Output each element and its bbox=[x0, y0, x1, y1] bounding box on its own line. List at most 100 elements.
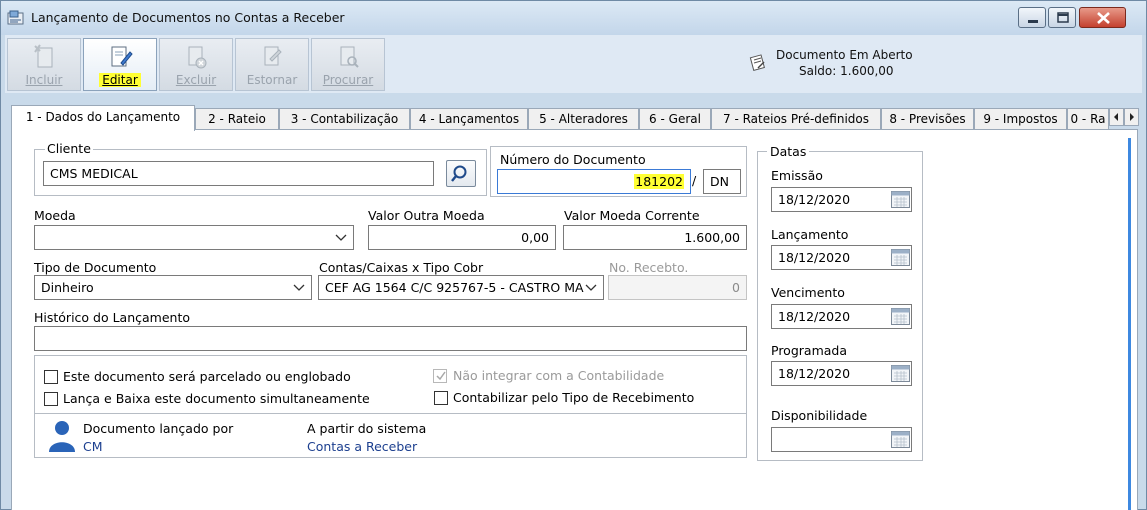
calendar-icon[interactable] bbox=[891, 431, 910, 448]
tab-scroll-left[interactable] bbox=[1109, 108, 1124, 126]
parcelado-label: Este documento será parcelado ou engloba… bbox=[63, 369, 351, 384]
emissao-label: Emissão bbox=[771, 168, 823, 183]
chevron-right-icon bbox=[1130, 113, 1134, 121]
valor-outra-input[interactable]: 0,00 bbox=[368, 225, 556, 250]
status-title: Documento Em Aberto bbox=[776, 48, 913, 62]
tab-alteradores[interactable]: 5 - Alteradores bbox=[528, 108, 639, 130]
historico-input[interactable] bbox=[34, 326, 747, 351]
close-button[interactable] bbox=[1079, 7, 1126, 28]
incluir-label: Incluir bbox=[25, 73, 63, 87]
maximize-button[interactable] bbox=[1048, 7, 1076, 28]
calendar-icon[interactable] bbox=[891, 249, 910, 266]
procurar-button[interactable]: Procurar bbox=[311, 38, 385, 91]
valor-corrente-label: Valor Moeda Corrente bbox=[564, 208, 700, 223]
disponibilidade-label: Disponibilidade bbox=[771, 408, 868, 423]
toolbar: Incluir Editar Excluir Estornar Procurar bbox=[5, 35, 1142, 93]
valor-corrente-input[interactable]: 1.600,00 bbox=[563, 225, 747, 250]
tab-rateios-predefinidos[interactable]: 7 - Rateios Pré-definidos bbox=[711, 108, 881, 130]
recebto-label: No. Recebto. bbox=[609, 260, 689, 275]
document-status-icon bbox=[749, 54, 765, 71]
excluir-button[interactable]: Excluir bbox=[159, 38, 233, 91]
lancamento-value: 18/12/2020 bbox=[778, 250, 851, 265]
estornar-label: Estornar bbox=[246, 73, 298, 87]
close-icon bbox=[1097, 12, 1110, 24]
numero-value: 181202 bbox=[634, 174, 684, 189]
numero-separator: / bbox=[692, 173, 697, 188]
new-document-icon bbox=[34, 44, 53, 68]
maximize-icon bbox=[1057, 12, 1069, 23]
moeda-select[interactable] bbox=[34, 225, 354, 250]
tab-contabilizacao[interactable]: 3 - Contabilização bbox=[279, 108, 410, 130]
excluir-label: Excluir bbox=[175, 73, 217, 87]
window-title: Lançamento de Documentos no Contas a Rec… bbox=[31, 10, 345, 25]
calendar-icon[interactable] bbox=[891, 308, 910, 325]
tipo-doc-label: Tipo de Documento bbox=[34, 260, 157, 275]
incluir-button[interactable]: Incluir bbox=[7, 38, 81, 91]
lancamento-label: Lançamento bbox=[771, 227, 849, 242]
user-icon bbox=[49, 421, 75, 452]
delete-document-icon bbox=[188, 46, 207, 69]
contabilizar-label: Contabilizar pelo Tipo de Recebimento bbox=[453, 390, 695, 405]
tab-dados-lancamento[interactable]: 1 - Dados do Lançamento bbox=[11, 105, 195, 131]
app-icon bbox=[7, 10, 24, 25]
tab-rateio-truncated[interactable]: 0 - Ra bbox=[1067, 108, 1109, 130]
edit-document-icon bbox=[111, 46, 133, 67]
numero-label: Número do Documento bbox=[500, 152, 646, 167]
minimize-icon bbox=[1028, 20, 1038, 23]
contabilizar-checkbox[interactable] bbox=[434, 391, 448, 405]
title-bar: Lançamento de Documentos no Contas a Rec… bbox=[1, 1, 1146, 35]
calendar-icon[interactable] bbox=[891, 191, 910, 208]
tab-geral[interactable]: 6 - Geral bbox=[639, 108, 711, 130]
contas-select[interactable]: CEF AG 1564 C/C 925767-5 - CASTRO MA bbox=[318, 275, 604, 300]
panel-scroll-indicator bbox=[1128, 138, 1131, 510]
vencimento-value: 18/12/2020 bbox=[778, 309, 851, 324]
tab-lancamentos[interactable]: 4 - Lançamentos bbox=[410, 108, 528, 130]
cliente-input[interactable]: CMS MEDICAL bbox=[43, 161, 434, 186]
tab-scroll-right[interactable] bbox=[1124, 108, 1139, 126]
calendar-icon[interactable] bbox=[891, 365, 910, 382]
emissao-value: 18/12/2020 bbox=[778, 192, 851, 207]
historico-label: Histórico do Lançamento bbox=[34, 310, 191, 325]
chevron-down-icon bbox=[335, 234, 347, 241]
estornar-button[interactable]: Estornar bbox=[235, 38, 309, 91]
nao-integrar-label: Não integrar com a Contabilidade bbox=[453, 368, 665, 383]
tab-previsoes[interactable]: 8 - Previsões bbox=[881, 108, 974, 130]
sistema-label: A partir do sistema bbox=[307, 421, 427, 436]
lancado-por-label: Documento lançado por bbox=[83, 421, 234, 436]
numero-suffix-input[interactable]: DN bbox=[703, 169, 741, 194]
chevron-down-icon bbox=[293, 284, 305, 291]
tipo-doc-value: Dinheiro bbox=[41, 280, 94, 295]
editar-label: Editar bbox=[84, 73, 156, 87]
contas-value: CEF AG 1564 C/C 925767-5 - CASTRO MA bbox=[325, 280, 584, 295]
window: Lançamento de Documentos no Contas a Rec… bbox=[0, 0, 1147, 510]
nao-integrar-checkbox[interactable] bbox=[433, 369, 447, 383]
parcelado-checkbox[interactable] bbox=[44, 370, 58, 384]
chevron-left-icon bbox=[1114, 113, 1118, 121]
lancado-por-value: CM bbox=[83, 439, 103, 454]
editar-button[interactable]: Editar bbox=[83, 38, 157, 91]
tab-rateio[interactable]: 2 - Rateio bbox=[195, 108, 279, 130]
reverse-document-icon bbox=[264, 46, 282, 66]
lanca-baixa-checkbox[interactable] bbox=[44, 392, 58, 406]
procurar-label: Procurar bbox=[322, 73, 374, 87]
lanca-baixa-label: Lança e Baixa este documento simultaneam… bbox=[63, 391, 370, 406]
minimize-button[interactable] bbox=[1018, 7, 1046, 28]
sistema-value: Contas a Receber bbox=[307, 439, 418, 454]
chevron-down-icon bbox=[585, 284, 597, 291]
tab-impostos[interactable]: 9 - Impostos bbox=[974, 108, 1067, 130]
datas-label: Datas bbox=[767, 144, 810, 159]
programada-value: 18/12/2020 bbox=[778, 366, 851, 381]
tipo-doc-select[interactable]: Dinheiro bbox=[34, 275, 312, 300]
cliente-search-button[interactable] bbox=[446, 160, 476, 187]
cliente-label: Cliente bbox=[45, 141, 93, 156]
programada-label: Programada bbox=[771, 343, 847, 358]
moeda-label: Moeda bbox=[34, 208, 76, 223]
search-document-icon bbox=[340, 46, 359, 68]
vencimento-label: Vencimento bbox=[771, 285, 845, 300]
tab-strip: 1 - Dados do Lançamento 2 - Rateio 3 - C… bbox=[11, 105, 1141, 131]
recebto-input[interactable]: 0 bbox=[608, 275, 747, 300]
valor-outra-label: Valor Outra Moeda bbox=[368, 208, 485, 223]
status-balance: Saldo: 1.600,00 bbox=[799, 64, 894, 78]
numero-input[interactable]: 181202 bbox=[497, 169, 691, 194]
contas-label: Contas/Caixas x Tipo Cobr bbox=[319, 260, 484, 275]
